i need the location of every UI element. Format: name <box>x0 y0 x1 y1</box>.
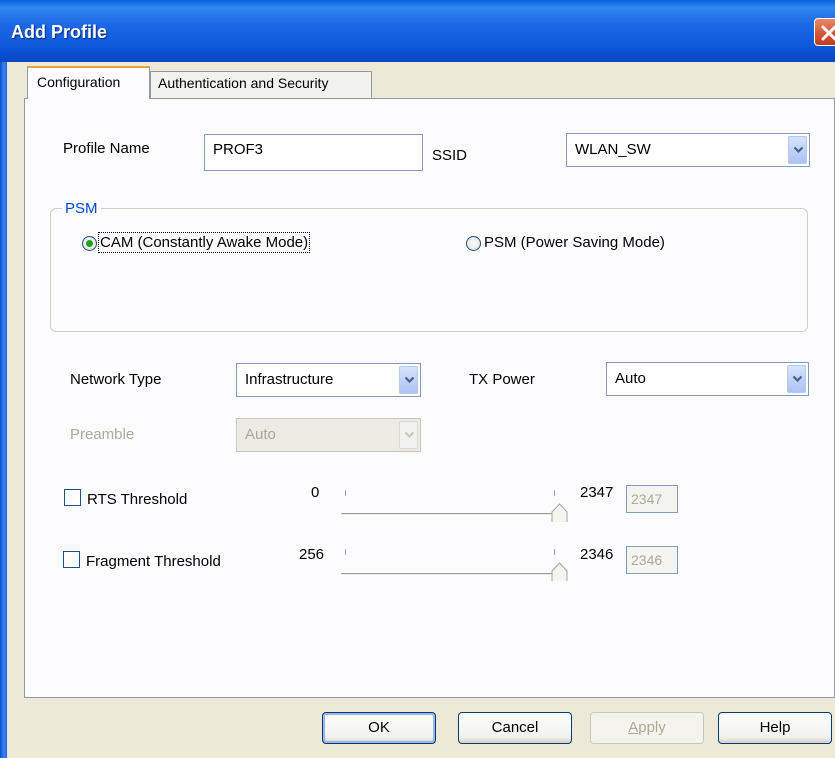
rts-value-box: 2347 <box>626 485 678 513</box>
tab-configuration[interactable]: Configuration <box>27 66 150 99</box>
chevron-down-icon <box>793 146 804 154</box>
rts-slider-thumb[interactable] <box>551 503 568 523</box>
apply-hotkey: A <box>628 719 639 736</box>
rts-slider-tick-max <box>554 490 555 496</box>
profile-name-input[interactable]: PROF3 <box>204 134 423 171</box>
chevron-down-icon <box>792 375 803 383</box>
psm-groupbox <box>50 208 808 332</box>
fragment-max-label: 2346 <box>580 546 614 563</box>
fragment-slider-tick-max <box>554 549 555 555</box>
close-icon <box>821 25 835 41</box>
cancel-button[interactable]: Cancel <box>458 712 572 744</box>
rts-threshold-label[interactable]: RTS Threshold <box>87 491 187 508</box>
fragment-slider-tick-min <box>345 549 346 555</box>
help-button[interactable]: Help <box>718 712 832 744</box>
rts-slider-tick-min <box>345 490 346 496</box>
chevron-down-icon <box>404 431 415 439</box>
preamble-dropdown-button[interactable] <box>399 421 418 449</box>
tx-power-value: Auto <box>615 370 646 387</box>
preamble-label: Preamble <box>70 426 135 443</box>
profile-name-value: PROF3 <box>213 141 264 158</box>
rts-max-label: 2347 <box>580 484 614 501</box>
tx-power-dropdown-button[interactable] <box>787 365 806 393</box>
cam-radio-label[interactable]: CAM (Constantly Awake Mode) <box>97 232 311 253</box>
fragment-threshold-label[interactable]: Fragment Threshold <box>86 553 221 570</box>
network-type-label: Network Type <box>70 371 162 388</box>
ok-button[interactable]: OK <box>322 712 436 744</box>
title-bar: Add Profile <box>0 0 835 62</box>
ssid-dropdown-button[interactable] <box>788 136 807 164</box>
profile-name-label: Profile Name <box>63 140 150 157</box>
psm-radio-label[interactable]: PSM (Power Saving Mode) <box>484 234 665 251</box>
fragment-slider-thumb[interactable] <box>551 562 568 582</box>
network-type-value: Infrastructure <box>245 371 334 388</box>
cam-radio[interactable] <box>82 236 97 251</box>
radio-selected-dot <box>86 240 93 247</box>
rts-slider-track[interactable] <box>341 513 563 516</box>
ssid-label: SSID <box>432 147 468 164</box>
fragment-threshold-checkbox[interactable] <box>63 551 80 568</box>
window-frame-left <box>0 62 7 758</box>
preamble-value: Auto <box>245 426 276 443</box>
fragment-slider-track[interactable] <box>341 573 563 576</box>
network-type-combo[interactable]: Infrastructure <box>236 363 421 397</box>
rts-min-label: 0 <box>311 484 320 501</box>
tx-power-label: TX Power <box>469 371 535 388</box>
close-button[interactable] <box>814 18 835 46</box>
rts-threshold-checkbox[interactable] <box>64 489 81 506</box>
tab-panel <box>24 98 835 698</box>
tab-authentication-security[interactable]: Authentication and Security <box>150 71 372 98</box>
fragment-value-box: 2346 <box>626 546 678 574</box>
apply-button[interactable]: Apply <box>590 712 704 744</box>
chevron-down-icon <box>404 376 415 384</box>
network-type-dropdown-button[interactable] <box>399 366 418 394</box>
tx-power-combo[interactable]: Auto <box>606 362 809 396</box>
apply-label-rest: pply <box>638 719 666 736</box>
preamble-combo[interactable]: Auto <box>236 418 421 452</box>
fragment-min-label: 256 <box>299 546 325 563</box>
ssid-value: WLAN_SW <box>575 141 651 158</box>
window-title: Add Profile <box>11 22 108 42</box>
psm-radio[interactable] <box>466 236 481 251</box>
psm-group-legend: PSM <box>62 200 101 217</box>
ssid-combo[interactable]: WLAN_SW <box>566 133 810 167</box>
